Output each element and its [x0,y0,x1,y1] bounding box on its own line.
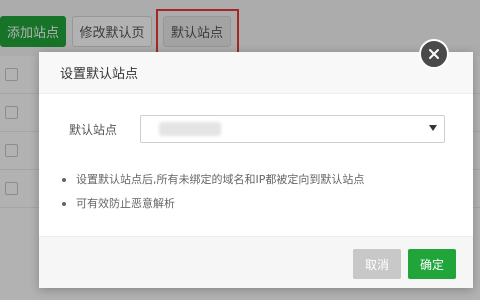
dialog-header: 设置默认站点 [39,52,473,94]
close-x-glyph [429,49,439,59]
bullet-icon [62,178,66,182]
default-site-select[interactable] [140,115,445,143]
set-default-site-dialog: 设置默认站点 默认站点 设置默认站点后,所有未绑定的域名和IP都被定向到默认站点… [39,52,473,288]
bullet-icon [62,202,66,206]
tip-text: 设置默认站点后,所有未绑定的域名和IP都被定向到默认站点 [76,173,365,186]
default-site-select-value [159,122,221,136]
dialog-title: 设置默认站点 [60,67,139,82]
default-site-field: 默认站点 [39,113,473,145]
tip-text: 可有效防止恶意解析 [76,197,175,210]
tip-item: 可有效防止恶意解析 [62,196,452,220]
tips-list: 设置默认站点后,所有未绑定的域名和IP都被定向到默认站点 可有效防止恶意解析 [62,172,452,220]
confirm-button[interactable]: 确定 [408,249,456,279]
dialog-footer: 取消 确定 [39,236,473,288]
chevron-down-icon [429,125,437,131]
default-site-label: 默认站点 [69,123,118,137]
cancel-button[interactable]: 取消 [353,249,401,279]
close-icon[interactable] [419,39,449,69]
tip-item: 设置默认站点后,所有未绑定的域名和IP都被定向到默认站点 [62,172,452,196]
